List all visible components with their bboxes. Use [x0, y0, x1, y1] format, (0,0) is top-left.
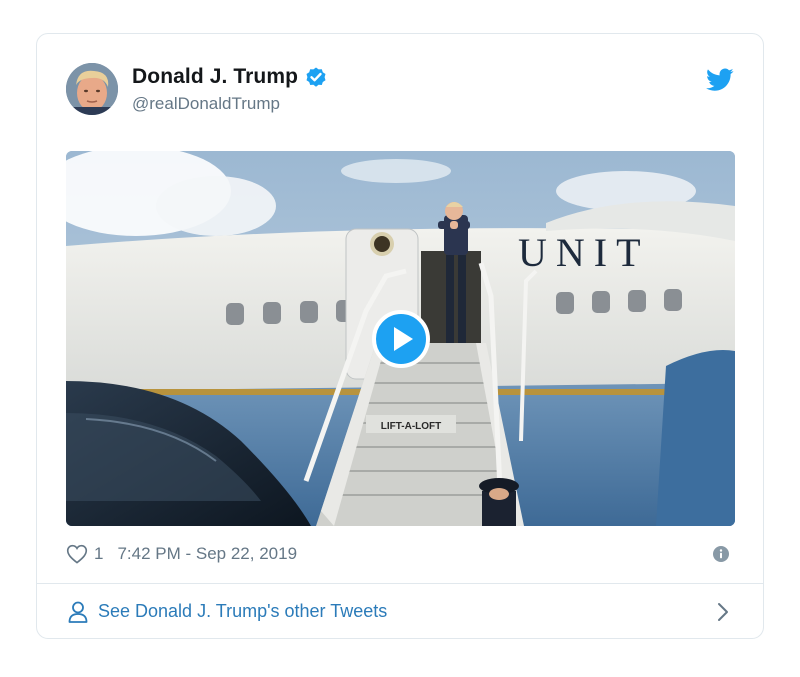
display-name-row: Donald J. Trump — [132, 65, 328, 89]
fuselage-lettering: UNIT — [518, 230, 650, 275]
heart-icon[interactable] — [66, 544, 88, 564]
author-info: Donald J. Trump @realDonaldTrump — [132, 65, 328, 114]
tweet-meta: 1 7:42 PM - Sep 22, 2019 — [66, 542, 734, 566]
tweet-video[interactable]: UNIT LIFT-A-LOFT — [66, 151, 735, 526]
verified-badge-icon — [306, 67, 326, 87]
author-display-name[interactable]: Donald J. Trump — [132, 65, 298, 89]
see-other-tweets-link[interactable]: See Donald J. Trump's other Tweets — [37, 584, 763, 639]
tweet-header: Donald J. Trump @realDonaldTrump — [66, 63, 734, 123]
twitter-bird-icon[interactable] — [706, 68, 734, 92]
tweet-embed-card: Donald J. Trump @realDonaldTrump UNIT LI… — [36, 33, 764, 639]
like-count[interactable]: 1 — [94, 544, 103, 564]
person-icon — [68, 601, 88, 623]
author-handle[interactable]: @realDonaldTrump — [132, 94, 328, 114]
tweet-timestamp[interactable]: 7:42 PM - Sep 22, 2019 — [117, 544, 297, 564]
see-other-tweets-label: See Donald J. Trump's other Tweets — [98, 601, 388, 621]
avatar-photo — [66, 63, 118, 115]
avatar[interactable] — [66, 63, 118, 115]
chevron-right-icon — [718, 603, 728, 621]
info-icon[interactable] — [713, 546, 729, 562]
stairs-lettering: LIFT-A-LOFT — [381, 421, 442, 432]
play-icon[interactable] — [372, 310, 430, 368]
play-triangle — [394, 327, 413, 351]
